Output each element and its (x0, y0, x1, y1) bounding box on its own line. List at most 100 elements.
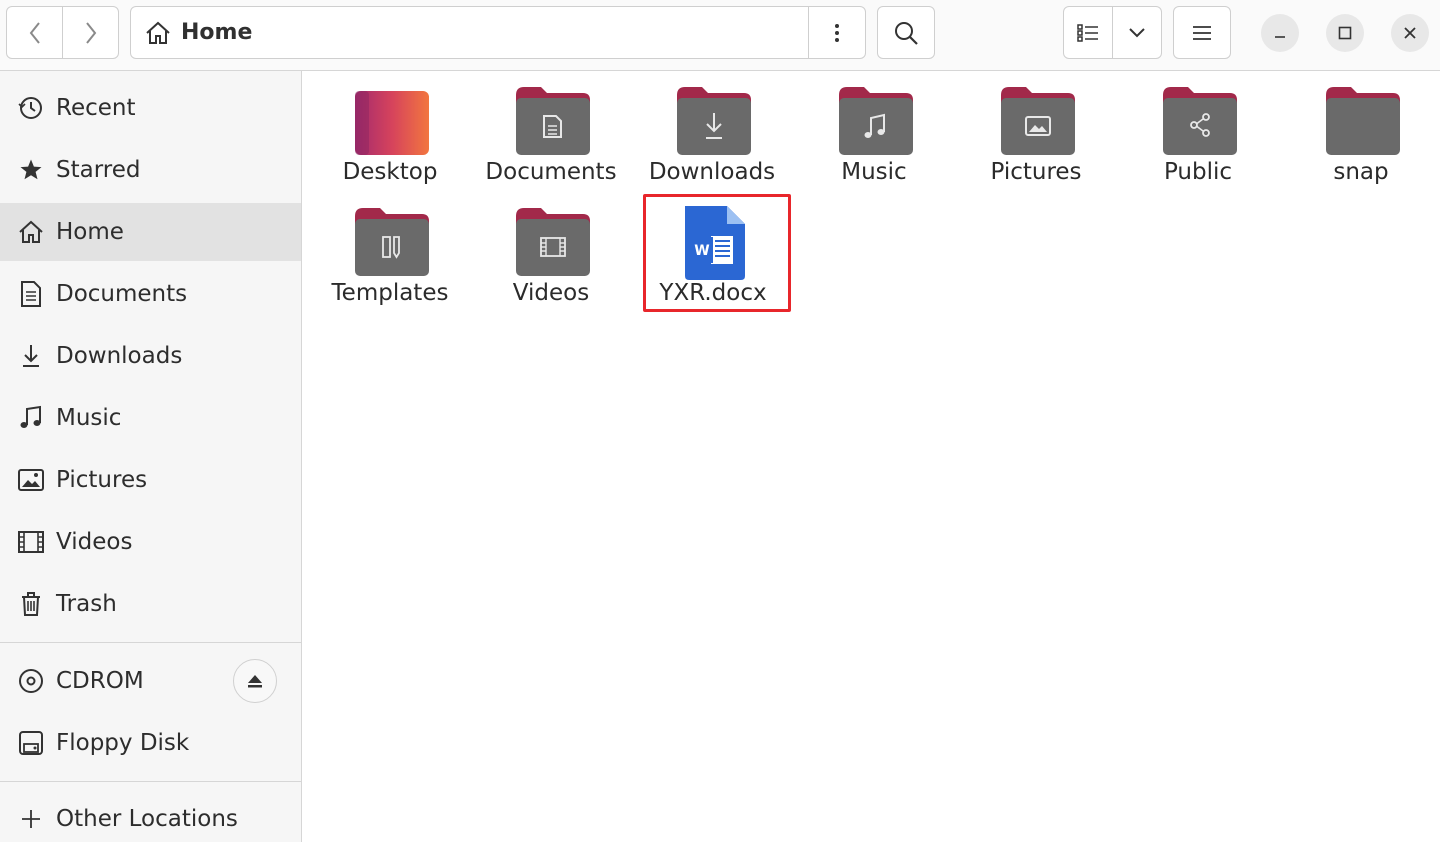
clock-icon (18, 95, 44, 121)
sidebar-item-floppy-disk[interactable]: Floppy Disk (0, 714, 301, 772)
chevron-down-icon (1129, 27, 1145, 37)
file-name: snap (1333, 159, 1389, 185)
view-buttons (1063, 6, 1162, 59)
public-folder-icon (1163, 87, 1237, 155)
sidebar-item-recent[interactable]: Recent (0, 79, 301, 137)
videos-folder-icon (516, 208, 590, 276)
download-icon (18, 343, 44, 369)
plus-icon (18, 806, 44, 832)
sidebar-item-label: Documents (56, 281, 188, 307)
main-menu-button[interactable] (1173, 6, 1231, 59)
sidebar: Recent Starred Home Documents Downloads … (0, 71, 302, 842)
sidebar-item-music[interactable]: Music (0, 389, 301, 447)
file-name: Music (841, 159, 907, 185)
documents-folder-icon (516, 87, 590, 155)
folder-icon (1326, 87, 1400, 155)
picture-icon (18, 467, 44, 493)
music-note-icon (18, 405, 44, 431)
minimize-icon (1275, 36, 1285, 38)
svg-text:W: W (694, 243, 709, 259)
file-item-snap[interactable]: snap (1281, 71, 1440, 191)
navigation-buttons (6, 6, 119, 59)
eject-button[interactable] (233, 659, 277, 703)
file-item-templates[interactable]: Templates (310, 192, 470, 312)
sidebar-item-videos[interactable]: Videos (0, 513, 301, 571)
vertical-dots-icon (835, 23, 839, 42)
list-view-icon (1077, 23, 1098, 42)
sidebar-item-label: Other Locations (56, 806, 238, 832)
templates-folder-icon (355, 208, 429, 276)
drive-icon (18, 730, 44, 756)
sidebar-item-documents[interactable]: Documents (0, 265, 301, 323)
home-icon (18, 219, 44, 245)
sidebar-item-label: Starred (56, 157, 141, 183)
file-name: Pictures (990, 159, 1082, 185)
file-item-music[interactable]: Music (794, 71, 954, 191)
film-icon (18, 529, 44, 555)
path-crumb-home[interactable]: Home (131, 7, 808, 58)
search-icon (895, 21, 918, 45)
file-name: Downloads (648, 159, 776, 185)
path-menu-button[interactable] (808, 7, 865, 58)
sidebar-item-trash[interactable]: Trash (0, 575, 301, 633)
sidebar-item-label: Floppy Disk (56, 730, 190, 756)
list-view-button[interactable] (1064, 7, 1112, 58)
back-button[interactable] (7, 7, 62, 58)
file-name: Documents (485, 159, 617, 185)
search-button[interactable] (877, 6, 935, 59)
sidebar-separator (0, 642, 301, 643)
path-bar: Home (130, 6, 866, 59)
back-arrow-icon (29, 21, 40, 44)
forward-arrow-icon (85, 21, 96, 44)
maximize-icon (1338, 26, 1352, 40)
file-name: Videos (512, 280, 590, 306)
eject-icon (248, 675, 262, 688)
sidebar-item-label: Trash (56, 591, 117, 617)
sidebar-item-cdrom[interactable]: CDROM (0, 652, 301, 710)
sidebar-item-label: Downloads (56, 343, 183, 369)
file-item-pictures[interactable]: Pictures (956, 71, 1116, 191)
file-item-yxr-docx[interactable]: W YXR.docx (633, 192, 793, 312)
sidebar-item-pictures[interactable]: Pictures (0, 451, 301, 509)
sidebar-item-label: Pictures (56, 467, 148, 493)
sidebar-item-starred[interactable]: Starred (0, 141, 301, 199)
file-name: YXR.docx (659, 280, 767, 306)
location-title: Home (181, 20, 253, 45)
sidebar-item-downloads[interactable]: Downloads (0, 327, 301, 385)
file-view: Desktop Documents Downloads Music Pictur… (302, 71, 1440, 842)
file-name: Desktop (342, 159, 438, 185)
sidebar-item-other-locations[interactable]: Other Locations (0, 790, 301, 848)
header-bar: Home (0, 0, 1440, 71)
file-item-videos[interactable]: Videos (471, 192, 631, 312)
sidebar-item-label: CDROM (56, 668, 144, 694)
sidebar-item-home[interactable]: Home (0, 203, 301, 261)
close-button[interactable] (1391, 14, 1429, 52)
home-icon (146, 21, 170, 44)
disc-icon (18, 668, 44, 694)
desktop-folder-icon (355, 91, 429, 155)
sidebar-item-label: Home (56, 219, 124, 245)
sidebar-item-label: Music (56, 405, 122, 431)
document-icon (18, 281, 44, 307)
sidebar-separator (0, 781, 301, 782)
trash-icon (18, 591, 44, 617)
word-document-icon: W (685, 206, 745, 280)
star-icon (18, 157, 44, 183)
hamburger-icon (1193, 25, 1211, 40)
file-item-documents[interactable]: Documents (471, 71, 631, 191)
file-name: Public (1163, 159, 1233, 185)
maximize-button[interactable] (1326, 14, 1364, 52)
sidebar-item-label: Videos (56, 529, 133, 555)
forward-button[interactable] (62, 7, 118, 58)
minimize-button[interactable] (1261, 14, 1299, 52)
close-icon (1404, 27, 1416, 39)
sidebar-item-label: Recent (56, 95, 136, 121)
file-item-desktop[interactable]: Desktop (310, 71, 470, 191)
downloads-folder-icon (677, 87, 751, 155)
file-item-public[interactable]: Public (1118, 71, 1278, 191)
pictures-folder-icon (1001, 87, 1075, 155)
music-folder-icon (839, 87, 913, 155)
file-name: Templates (331, 280, 449, 306)
file-item-downloads[interactable]: Downloads (632, 71, 792, 191)
view-options-button[interactable] (1112, 7, 1161, 58)
